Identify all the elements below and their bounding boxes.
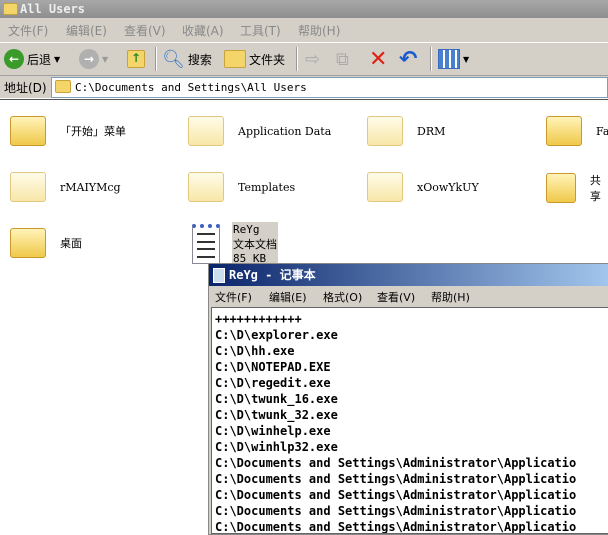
notepad-menu-format[interactable]: 格式(O) (323, 289, 362, 305)
address-label: 地址(D) (4, 81, 47, 95)
text-line: C:\Documents and Settings\Administrator\… (215, 472, 577, 486)
folder-icon (10, 228, 46, 258)
item-label: Application Data (238, 124, 332, 138)
item-label: xOowYkUY (417, 180, 479, 194)
text-line: C:\Documents and Settings\Administrator\… (215, 520, 577, 534)
folders-icon (224, 50, 246, 68)
menu-edit[interactable]: 编辑(E) (66, 22, 107, 39)
item-label: 共享 (589, 174, 601, 203)
back-arrow-icon: ← (4, 49, 24, 69)
item-label: 「开始」菜单 (60, 125, 126, 138)
undo-icon: ↶ (399, 46, 418, 72)
notepad-icon (213, 268, 225, 283)
folder-item[interactable]: rMAIYMcg (10, 172, 121, 202)
title-bar: All Users (0, 0, 608, 18)
folder-icon (188, 172, 224, 202)
notepad-menu-help[interactable]: 帮助(H) (431, 289, 470, 305)
delete-button[interactable]: ✕ (369, 46, 388, 72)
notepad-menu-bar: 文件(F) 编辑(E) 格式(O) 查看(V) 帮助(H) (209, 286, 608, 305)
notepad-menu-file[interactable]: 文件(F) (215, 289, 252, 305)
forward-button[interactable]: → ▼ (79, 48, 108, 70)
views-icon (438, 49, 460, 69)
delete-x-icon: ✕ (369, 46, 388, 72)
copy-to-icon: ⧉ (336, 48, 349, 70)
folder-icon (546, 116, 582, 146)
folder-icon (10, 116, 46, 146)
item-label: Templates (238, 180, 296, 194)
file-item[interactable]: ReYg 文本文档 85 KB (192, 222, 278, 266)
folder-item[interactable]: 「开始」菜单 (10, 116, 126, 146)
folder-icon (188, 116, 224, 146)
notepad-window: ReYg - 记事本 文件(F) 编辑(E) 格式(O) 查看(V) 帮助(H)… (208, 263, 608, 535)
back-label: 后退 (27, 52, 52, 67)
folder-item[interactable]: 桌面 (10, 228, 82, 258)
text-line: C:\D\twunk_32.exe (215, 408, 338, 422)
menu-view[interactable]: 查看(V) (124, 22, 166, 39)
text-line: C:\D\winhelp.exe (215, 424, 331, 438)
folder-icon (10, 172, 46, 202)
menu-file[interactable]: 文件(F) (8, 22, 48, 39)
views-button[interactable]: ▼ (438, 48, 469, 70)
search-button[interactable]: 🔍︎ 搜索 (162, 48, 212, 70)
toolbar: ← 后退 ▼ → ▼ ↑ 🔍︎ 搜索 文件夹 ⇨ ⧉ ✕ ↶ ▼ (0, 43, 608, 76)
folder-icon (546, 173, 576, 203)
notepad-menu-edit[interactable]: 编辑(E) (269, 289, 307, 305)
notepad-title-bar[interactable]: ReYg - 记事本 (209, 264, 608, 286)
undo-button[interactable]: ↶ (399, 46, 418, 72)
menu-bar: 文件(F) 编辑(E) 查看(V) 收藏(A) 工具(T) 帮助(H) (0, 18, 608, 43)
search-label: 搜索 (187, 52, 212, 67)
back-button[interactable]: ← 后退 ▼ (4, 48, 60, 70)
item-label: DRM (417, 124, 446, 138)
text-line: C:\D\regedit.exe (215, 376, 331, 390)
menu-favorites[interactable]: 收藏(A) (182, 22, 224, 39)
text-line: C:\D\winhlp32.exe (215, 440, 338, 454)
address-input[interactable]: C:\Documents and Settings\All Users (51, 77, 608, 98)
menu-help[interactable]: 帮助(H) (298, 22, 340, 39)
folder-item[interactable]: 共享 (546, 172, 608, 204)
item-label: Fav (596, 124, 608, 138)
text-line: C:\D\NOTEPAD.EXE (215, 360, 331, 374)
item-label: rMAIYMcg (60, 180, 121, 194)
text-line: C:\Documents and Settings\Administrator\… (215, 504, 577, 518)
folder-icon (3, 3, 18, 15)
text-line: C:\D\twunk_16.exe (215, 392, 338, 406)
file-type: 文本文档 (233, 238, 277, 251)
menu-tools[interactable]: 工具(T) (240, 22, 281, 39)
folder-icon (367, 172, 403, 202)
notepad-title: ReYg - 记事本 (229, 268, 316, 282)
folder-item[interactable]: Application Data (188, 116, 331, 146)
window-title: All Users (20, 2, 86, 16)
text-line: C:\D\explorer.exe (215, 328, 338, 342)
text-line: C:\D\hh.exe (215, 344, 295, 358)
folder-icon (55, 80, 71, 93)
item-label: 桌面 (60, 237, 82, 250)
notepad-menu-view[interactable]: 查看(V) (377, 289, 415, 305)
folder-icon (367, 116, 403, 146)
notepad-file-icon (192, 224, 220, 264)
folder-item[interactable]: Templates (188, 172, 295, 202)
file-name: ReYg (233, 223, 260, 236)
folder-item[interactable]: DRM (367, 116, 445, 146)
up-folder-button[interactable]: ↑ (127, 48, 145, 70)
folders-label: 文件夹 (249, 52, 286, 67)
move-to-button[interactable]: ⇨ (305, 48, 320, 70)
copy-to-button[interactable]: ⧉ (336, 48, 349, 70)
search-icon: 🔍︎ (162, 48, 185, 70)
text-line: C:\Documents and Settings\Administrator\… (215, 456, 577, 470)
address-value: C:\Documents and Settings\All Users (75, 81, 307, 94)
folder-item[interactable]: xOowYkUY (367, 172, 479, 202)
notepad-text-area[interactable]: ++++++++++++ C:\D\explorer.exe C:\D\hh.exe… (211, 307, 608, 534)
text-line: C:\Documents and Settings\Administrator\… (215, 488, 577, 502)
up-folder-icon: ↑ (127, 50, 145, 68)
text-line: ++++++++++++ (215, 312, 302, 326)
move-to-icon: ⇨ (305, 48, 321, 70)
folder-item[interactable]: Fav (546, 116, 608, 146)
file-info: ReYg 文本文档 85 KB (232, 222, 278, 266)
address-bar: 地址(D) C:\Documents and Settings\All User… (0, 76, 608, 98)
forward-arrow-icon: → (79, 49, 99, 69)
folders-button[interactable]: 文件夹 (224, 48, 285, 70)
